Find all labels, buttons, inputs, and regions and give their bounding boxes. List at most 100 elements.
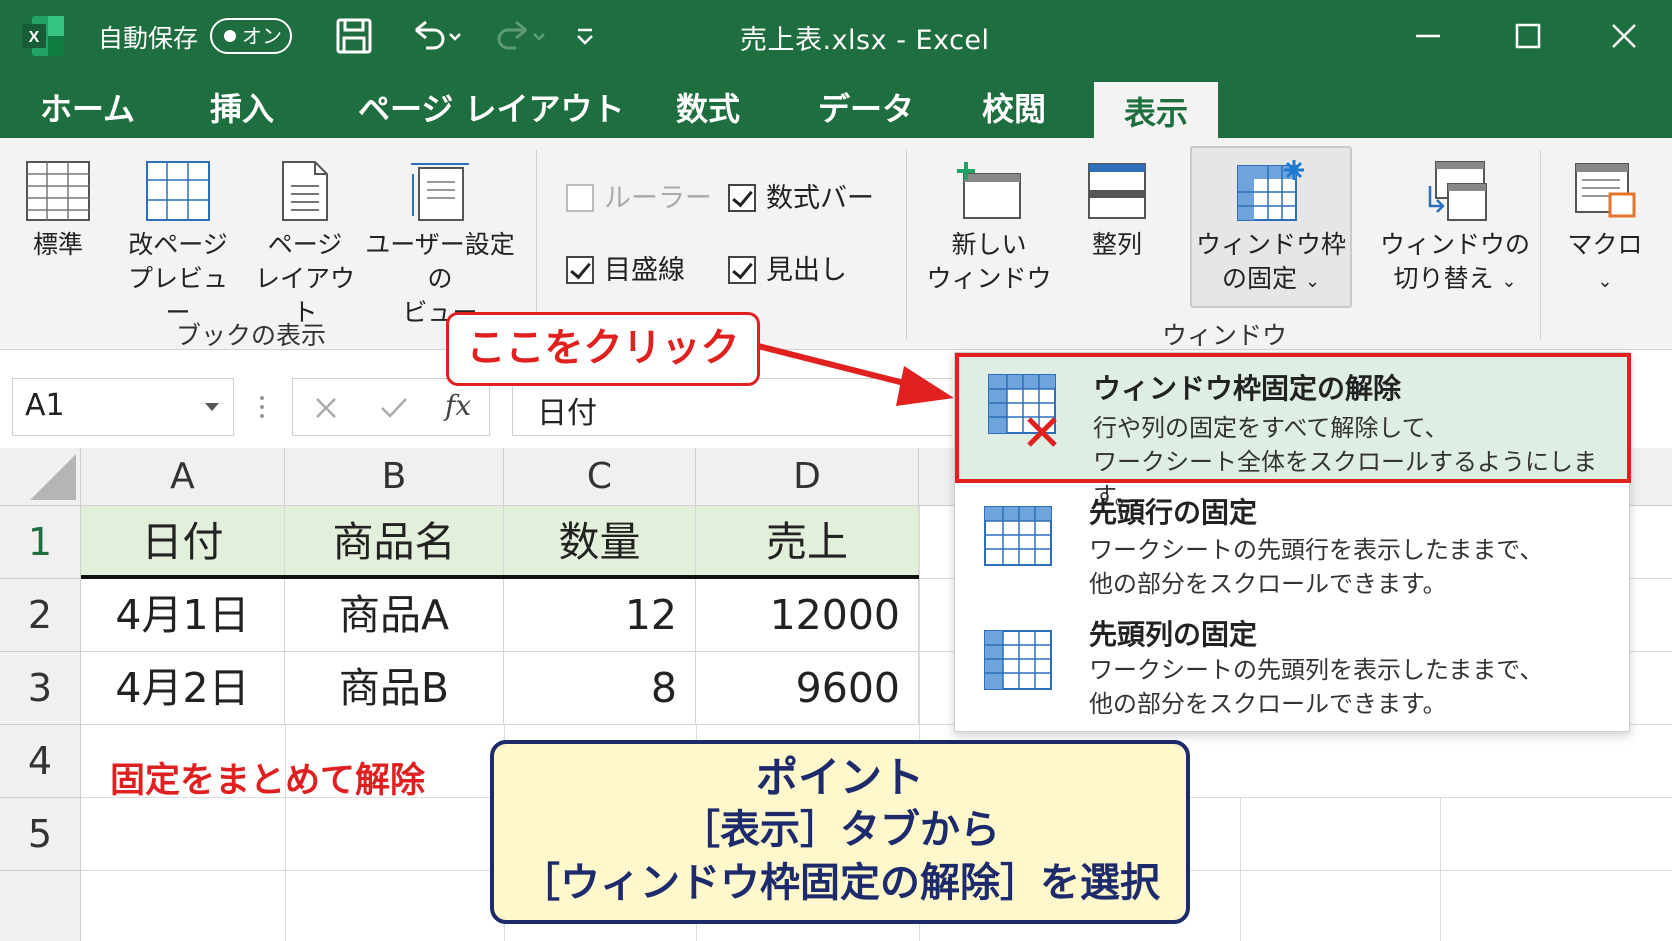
name-box-value: A1 [25, 388, 65, 423]
column-header-a[interactable]: A [81, 448, 285, 506]
page-layout-icon [282, 161, 328, 221]
autosave-toggle[interactable]: オン [210, 18, 292, 54]
switch-windows-icon [1428, 161, 1487, 221]
freeze-top-row-desc-1: ワークシートの先頭行を表示したままで、 [1089, 536, 1544, 564]
normal-view-button[interactable]: 標準 [18, 160, 98, 262]
freeze-panes-button[interactable]: ウィンドウ枠 の固定 ⌄ [1190, 146, 1352, 308]
click-here-callout: ここをクリック [446, 312, 760, 386]
customize-toolbar-icon[interactable] [572, 16, 598, 56]
cell-c1[interactable]: 数量 [504, 506, 696, 579]
switch-windows-label-1: ウィンドウの [1379, 230, 1530, 259]
cell-b3[interactable]: 商品B [285, 652, 504, 725]
excel-logo-icon: X [22, 16, 64, 56]
formula-bar-checkbox[interactable]: 数式バー [728, 176, 874, 215]
freeze-panes-label-1: ウィンドウ枠 [1195, 230, 1346, 259]
unfreeze-panes-icon [988, 374, 1057, 447]
cell-a1[interactable]: 日付 [81, 506, 285, 579]
page-break-preview-icon [146, 161, 210, 221]
cell-d2[interactable]: 12000 [696, 579, 919, 652]
page-layout-label-1: ページ [267, 230, 343, 259]
normal-view-label: 標準 [32, 230, 83, 259]
cell-a2[interactable]: 4月1日 [81, 579, 285, 652]
arrange-all-button[interactable]: 整列 [1072, 160, 1162, 262]
chevron-down-icon: ⌄ [1597, 271, 1613, 292]
row-header-empty [0, 871, 81, 941]
tab-data[interactable]: データ [818, 84, 914, 130]
ribbon: 標準 改ページ プレビュー ページ レイアウト ユーザー設定の ビュー ブックの… [0, 138, 1672, 350]
select-all-button[interactable] [0, 448, 81, 506]
row-header-2[interactable]: 2 [0, 579, 81, 652]
switch-windows-label-2: 切り替え [1393, 264, 1494, 293]
point-line-3: ［ウィンドウ枠固定の解除］を選択 [520, 860, 1160, 906]
enter-check-icon[interactable] [379, 395, 409, 421]
cell-b2[interactable]: 商品A [285, 579, 504, 652]
custom-views-button[interactable]: ユーザー設定の ビュー [360, 160, 520, 330]
cell-c3[interactable]: 8 [504, 652, 696, 725]
book-view-group-label: ブックの表示 [176, 321, 327, 350]
point-line-2: ［表示］タブから [680, 807, 1000, 853]
headings-checkbox[interactable]: 見出し [728, 248, 847, 287]
group-divider [906, 150, 907, 340]
normal-view-icon [26, 161, 90, 221]
tab-insert[interactable]: 挿入 [210, 84, 274, 130]
redo-icon[interactable] [492, 16, 552, 56]
formula-bar-grip-icon[interactable] [256, 392, 268, 422]
select-all-triangle-icon [30, 454, 76, 500]
cell-a3[interactable]: 4月2日 [81, 652, 285, 725]
new-window-icon [957, 162, 1021, 219]
insert-function-button[interactable]: fx [445, 389, 471, 422]
gridlines-label: 目盛線 [604, 255, 685, 286]
row-header-4[interactable]: 4 [0, 725, 81, 798]
freeze-panes-icon [1237, 160, 1304, 221]
title-bar: X 自動保存 オン 売上表.xlsx - Excel [0, 0, 1672, 70]
custom-views-icon [411, 163, 469, 221]
cell-d1[interactable]: 売上 [696, 506, 919, 579]
tab-home[interactable]: ホーム [40, 84, 135, 130]
column-header-c[interactable]: C [504, 448, 696, 506]
callout-arrow-icon [757, 343, 954, 406]
ruler-checkbox[interactable]: ルーラー [566, 176, 712, 215]
row-header-1[interactable]: 1 [0, 506, 81, 579]
minimize-icon[interactable] [1408, 16, 1448, 56]
freeze-first-column-desc-2: 他の部分をスクロールできます。 [1089, 690, 1447, 718]
name-box[interactable]: A1 [12, 378, 234, 436]
cell-b1[interactable]: 商品名 [285, 506, 504, 579]
freeze-top-row-icon [984, 506, 1052, 566]
switch-windows-button[interactable]: ウィンドウの 切り替え ⌄ [1370, 160, 1540, 299]
gridlines-checkbox[interactable]: 目盛線 [566, 248, 685, 287]
tab-review[interactable]: 校閲 [982, 84, 1046, 130]
row-header-3[interactable]: 3 [0, 652, 81, 725]
svg-text:X: X [29, 29, 40, 46]
tab-formulas[interactable]: 数式 [676, 84, 740, 130]
point-callout: ポイント ［表示］タブから ［ウィンドウ枠固定の解除］を選択 [490, 740, 1190, 924]
cell-c2[interactable]: 12 [504, 579, 696, 652]
autosave-toggle-label: オン [242, 24, 282, 48]
chevron-down-icon: ⌄ [1304, 271, 1321, 292]
unfreeze-desc-1: 行や列の固定をすべて解除して、 [1093, 414, 1449, 442]
page-break-label-1: 改ページ [128, 230, 228, 259]
arrange-label: 整列 [1091, 230, 1142, 259]
undo-icon[interactable] [408, 16, 468, 56]
new-window-button[interactable]: 新しい ウィンドウ [924, 160, 1054, 296]
point-title: ポイント [755, 753, 924, 802]
new-window-label-2: ウィンドウ [926, 264, 1052, 293]
close-icon[interactable] [1604, 16, 1644, 56]
freeze-first-column-menu-item[interactable]: 先頭列の固定 ワークシートの先頭列を表示したままで、 他の部分をスクロールできま… [955, 607, 1631, 731]
chevron-down-icon[interactable] [205, 403, 219, 411]
page-break-preview-button[interactable]: 改ページ プレビュー [118, 160, 238, 330]
column-header-d[interactable]: D [696, 448, 919, 506]
unfreeze-panes-menu-item[interactable]: ウィンドウ枠固定の解除 行や列の固定をすべて解除して、 ワークシート全体をスクロ… [955, 353, 1631, 510]
row-header-5[interactable]: 5 [0, 798, 81, 871]
maximize-icon[interactable] [1508, 16, 1548, 56]
page-layout-view-button[interactable]: ページ レイアウト [250, 160, 360, 330]
tab-view[interactable]: 表示 [1094, 82, 1219, 138]
tab-page-layout[interactable]: ページ レイアウト [358, 84, 625, 130]
save-icon[interactable] [334, 16, 374, 56]
macros-button[interactable]: マクロ ⌄ [1560, 160, 1650, 299]
macros-label: マクロ [1567, 230, 1643, 259]
cancel-icon[interactable] [313, 395, 339, 421]
cell-d3[interactable]: 9600 [696, 652, 919, 725]
column-header-b[interactable]: B [285, 448, 504, 506]
freeze-top-row-menu-item[interactable]: 先頭行の固定 ワークシートの先頭行を表示したままで、 他の部分をスクロールできま… [955, 483, 1631, 607]
formula-buttons: fx [292, 378, 490, 436]
